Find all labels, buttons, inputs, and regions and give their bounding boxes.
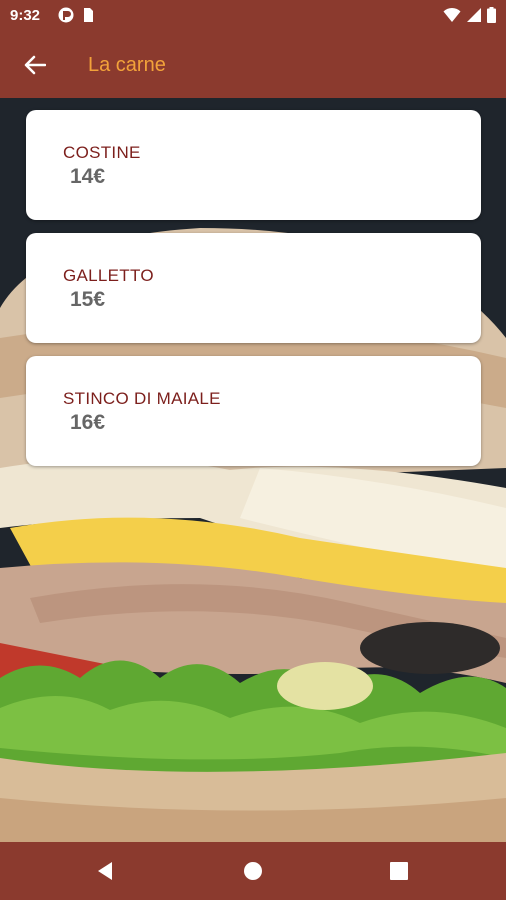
menu-item-name: STINCO DI MAIALE <box>63 389 221 408</box>
status-notification-icons <box>58 7 96 23</box>
back-button[interactable] <box>18 50 52 80</box>
menu-item-price: 14€ <box>70 165 106 188</box>
circle-home-icon[interactable] <box>242 860 264 882</box>
menu-item-card[interactable]: STINCO DI MAIALE 16€ <box>26 356 481 466</box>
page-title: La carne <box>88 54 166 76</box>
cell-signal-icon <box>467 8 481 22</box>
menu-item-name: GALLETTO <box>63 266 154 285</box>
content-area: COSTINE 14€ GALLETTO 15€ STINCO DI MAIAL… <box>0 98 506 842</box>
status-bar: 9:32 <box>0 0 506 32</box>
app-notification-icon <box>58 7 74 23</box>
wifi-icon <box>443 7 461 22</box>
menu-item-price: 15€ <box>70 288 106 311</box>
square-recents-icon[interactable] <box>388 860 410 882</box>
triangle-back-icon[interactable] <box>94 860 116 882</box>
arrow-back-icon <box>24 55 46 75</box>
status-system-icons <box>443 7 496 23</box>
navigation-bar <box>0 842 506 900</box>
menu-list: COSTINE 14€ GALLETTO 15€ STINCO DI MAIAL… <box>26 110 481 479</box>
status-time: 9:32 <box>10 7 41 24</box>
battery-icon <box>487 7 496 23</box>
menu-item-card[interactable]: GALLETTO 15€ <box>26 233 481 343</box>
menu-item-card[interactable]: COSTINE 14€ <box>26 110 481 220</box>
app-bar: La carne <box>0 32 506 98</box>
menu-item-name: COSTINE <box>63 143 141 162</box>
menu-item-price: 16€ <box>70 411 106 434</box>
sim-card-icon <box>84 8 93 22</box>
